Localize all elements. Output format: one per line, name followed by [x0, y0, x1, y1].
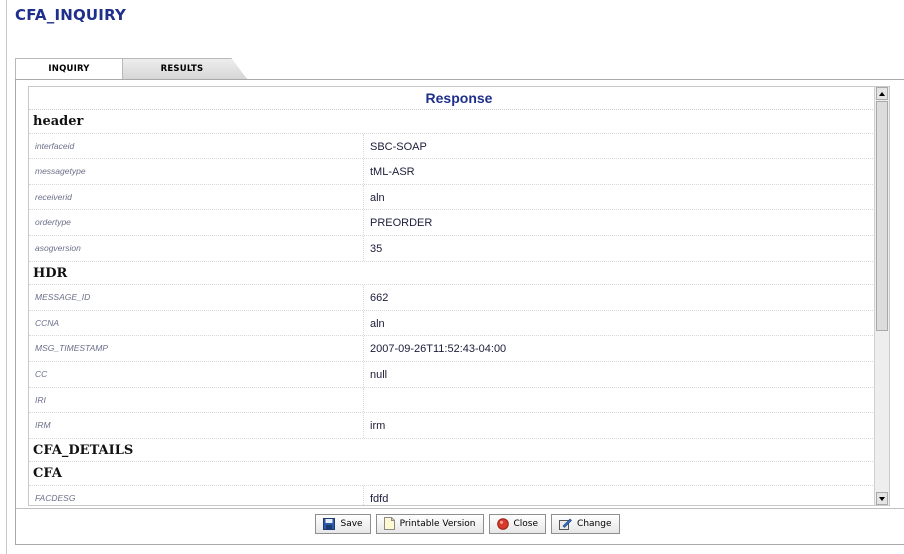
- printable-version-label: Printable Version: [399, 518, 476, 529]
- field-value: [364, 388, 370, 413]
- arrow-up-icon: [879, 91, 885, 96]
- field-key: CC: [29, 361, 364, 387]
- field-key: ordertype: [29, 210, 364, 235]
- field-key: MSG_TIMESTAMP: [29, 336, 364, 361]
- table-row: FACDESG fdfd: [29, 485, 889, 505]
- field-value: null: [370, 368, 388, 381]
- field-value: SBC-SOAP: [370, 140, 427, 153]
- field-value: aln: [370, 317, 385, 330]
- field-value: irm: [370, 420, 386, 433]
- table-row: interfaceid SBC-SOAP: [29, 133, 889, 160]
- field-value: 2007-09-26T11:52:43-04:00: [370, 343, 507, 356]
- field-key: IRI: [29, 387, 364, 413]
- table-row: receiverid aln: [29, 184, 889, 211]
- table-row: IRM irm: [29, 413, 889, 439]
- table-row: MESSAGE_ID 662: [29, 285, 889, 311]
- printable-version-button[interactable]: Printable Version: [375, 513, 484, 534]
- field-key: FACDESG: [29, 485, 364, 505]
- field-value: PREORDER: [370, 217, 433, 230]
- table-row: CC null: [29, 361, 889, 388]
- edit-icon: [559, 518, 572, 530]
- vertical-scrollbar[interactable]: [874, 87, 889, 505]
- floppy-disk-icon: [323, 517, 336, 530]
- scrollbar-thumb[interactable]: [876, 101, 888, 331]
- change-button[interactable]: Change: [551, 513, 620, 534]
- field-value: fdfd: [370, 492, 389, 505]
- field-key: receiverid: [29, 184, 364, 210]
- save-button[interactable]: Save: [315, 513, 371, 534]
- scroll-up-button[interactable]: [876, 87, 888, 100]
- page-left-border: [6, 0, 7, 554]
- close-label: Close: [513, 518, 539, 529]
- section-label: HDR: [33, 265, 68, 281]
- section-header: header: [29, 110, 889, 134]
- field-key: MESSAGE_ID: [29, 285, 364, 310]
- change-label: Change: [577, 518, 612, 529]
- response-content[interactable]: Response header interfaceid SBC-SOAP mes…: [28, 86, 890, 506]
- field-value: 35: [370, 242, 383, 255]
- field-key: asogversion: [29, 235, 364, 261]
- section-label: CFA: [33, 466, 62, 482]
- document-icon: [383, 517, 395, 530]
- field-key: interfaceid: [29, 133, 364, 159]
- field-key: CCNA: [29, 310, 364, 336]
- section-cfa-details: CFA_DETAILS: [29, 439, 889, 463]
- save-label: Save: [340, 518, 363, 529]
- field-key: IRM: [29, 413, 364, 438]
- field-value: tML-ASR: [370, 166, 415, 179]
- section-cfa: CFA: [29, 462, 889, 486]
- table-row: CCNA aln: [29, 310, 889, 337]
- tab-results[interactable]: RESULTS: [117, 58, 247, 79]
- response-title: Response: [29, 87, 889, 110]
- scroll-down-button[interactable]: [876, 492, 888, 505]
- table-row: MSG_TIMESTAMP 2007-09-26T11:52:43-04:00: [29, 336, 889, 362]
- field-value: 662: [370, 292, 389, 305]
- page-title: CFA_INQUIRY: [15, 6, 127, 24]
- tab-bar: RESULTS INQUIRY: [15, 58, 904, 80]
- section-hdr: HDR: [29, 262, 889, 286]
- tab-inquiry[interactable]: INQUIRY: [15, 58, 123, 79]
- field-key: messagetype: [29, 159, 364, 184]
- section-label: header: [33, 114, 84, 129]
- field-value: aln: [370, 191, 385, 204]
- close-button[interactable]: Close: [488, 513, 547, 534]
- red-circle-icon: [496, 517, 509, 530]
- arrow-down-icon: [879, 496, 885, 501]
- results-panel: Response header interfaceid SBC-SOAP mes…: [15, 79, 904, 545]
- section-label: CFA_DETAILS: [33, 442, 134, 458]
- table-row: messagetype tML-ASR: [29, 159, 889, 185]
- table-row: asogversion 35: [29, 235, 889, 262]
- table-row: ordertype PREORDER: [29, 210, 889, 236]
- table-row: IRI: [29, 387, 889, 414]
- button-bar: Save Printable Version Close Change: [16, 508, 904, 538]
